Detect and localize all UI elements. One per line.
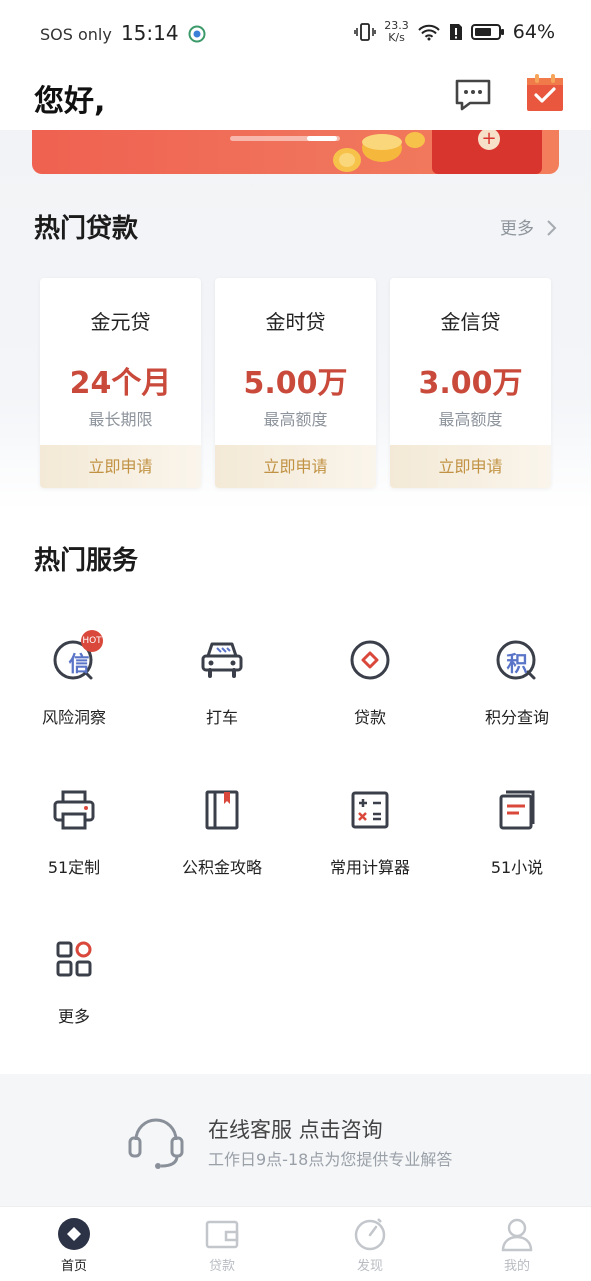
- discover-icon: [354, 1218, 386, 1251]
- red-envelope-illustration: +: [432, 128, 542, 174]
- service-label: 风险洞察: [41, 708, 106, 727]
- service-loan[interactable]: 贷款: [296, 638, 444, 748]
- coins-illustration: [333, 132, 425, 172]
- loan-amount: 24个月: [69, 366, 172, 401]
- customer-service-title: 在线客服 点击咨询: [208, 1118, 383, 1142]
- service-51-novel[interactable]: 51小说: [443, 788, 591, 898]
- calculator-icon: [351, 791, 389, 829]
- service-label: 常用计算器: [329, 858, 410, 877]
- hot-loans-more-link[interactable]: 更多: [500, 214, 557, 239]
- profile-icon: [501, 1218, 533, 1252]
- clock-text: 15:14: [120, 21, 179, 45]
- tab-loan[interactable]: 贷款: [148, 1207, 296, 1281]
- network-speed: 23.3 K/s: [384, 19, 409, 44]
- battery-icon: [470, 24, 504, 40]
- status-left: SOS only 15:14: [40, 21, 206, 45]
- wallet-icon: [205, 1220, 239, 1249]
- printer-icon: [53, 790, 95, 830]
- sim-alert-icon: [449, 24, 462, 40]
- more-label: 更多: [500, 219, 534, 239]
- more-grid-icon: [56, 941, 92, 977]
- loan-icon: [350, 640, 390, 680]
- loan-card-jinshi[interactable]: 金时贷 5.00万 最高额度 立即申请: [215, 278, 376, 488]
- service-label: 贷款: [353, 708, 386, 727]
- service-label: 公积金攻略: [181, 858, 262, 877]
- loan-card-jinyuan[interactable]: 金元贷 24个月 最长期限 立即申请: [40, 278, 201, 488]
- loan-subtitle: 最高额度: [438, 410, 503, 429]
- app-header: 您好,: [0, 64, 591, 130]
- home-icon: [58, 1218, 90, 1250]
- loan-amount: 3.00万: [418, 366, 523, 401]
- status-right: 23.3 K/s 64%: [354, 20, 555, 44]
- app-notification-icon: [188, 25, 206, 43]
- service-housing-fund-guide[interactable]: 公积金攻略: [148, 788, 296, 898]
- novel-icon: [499, 790, 535, 830]
- tab-label: 贷款: [208, 1259, 235, 1274]
- apply-button[interactable]: 立即申请: [215, 445, 376, 488]
- loan-subtitle: 最高额度: [263, 410, 328, 429]
- carrier-text: SOS only: [40, 25, 112, 44]
- loan-name: 金信贷: [440, 310, 501, 334]
- service-label: 更多: [57, 1007, 90, 1026]
- hot-badge: HOT: [81, 630, 103, 652]
- tab-label: 我的: [503, 1259, 530, 1274]
- tab-discover[interactable]: 发现: [296, 1207, 444, 1281]
- apply-button[interactable]: 立即申请: [390, 445, 551, 488]
- loan-name: 金时贷: [265, 310, 326, 334]
- risk-insight-glyph: 信: [68, 652, 90, 676]
- customer-service-hours: 工作日9点-18点为您提供专业解答: [208, 1150, 453, 1169]
- service-label: 积分查询: [484, 708, 549, 727]
- message-icon[interactable]: [454, 78, 492, 112]
- service-points-query[interactable]: 积 积分查询: [443, 638, 591, 748]
- greeting-title: 您好,: [34, 84, 106, 119]
- car-icon: [201, 642, 243, 678]
- service-more[interactable]: 更多: [0, 937, 148, 1047]
- points-glyph: 积: [506, 652, 528, 676]
- hot-loans-title: 热门贷款: [34, 214, 139, 244]
- chevron-right-icon: [547, 220, 557, 236]
- tab-profile[interactable]: 我的: [443, 1207, 591, 1281]
- service-label: 51定制: [47, 858, 101, 877]
- service-label: 51小说: [490, 858, 544, 877]
- apply-button[interactable]: 立即申请: [40, 445, 201, 488]
- service-risk-insight[interactable]: 信 HOT 风险洞察: [0, 630, 148, 748]
- loan-amount: 5.00万: [243, 366, 348, 401]
- service-taxi[interactable]: 打车: [148, 638, 296, 748]
- vibrate-icon: [354, 23, 377, 41]
- checkin-calendar-icon[interactable]: [526, 72, 564, 112]
- tab-home[interactable]: 首页: [0, 1207, 148, 1281]
- wifi-icon: [418, 24, 440, 41]
- service-calculator[interactable]: 常用计算器: [296, 788, 444, 898]
- tab-label: 发现: [356, 1259, 383, 1274]
- hot-services-title: 热门服务: [34, 546, 139, 576]
- battery-level: 64%: [512, 21, 555, 43]
- promo-banner[interactable]: +: [32, 128, 559, 174]
- bottom-tab-bar: 首页 贷款 发现 我的: [0, 1206, 591, 1281]
- loan-name: 金元贷: [90, 310, 151, 334]
- status-bar: SOS only 15:14 23.3 K/s 64%: [0, 0, 591, 64]
- service-51-custom[interactable]: 51定制: [0, 788, 148, 898]
- service-label: 打车: [205, 708, 238, 727]
- headset-icon: [128, 1118, 184, 1169]
- tab-label: 首页: [60, 1259, 87, 1274]
- loan-card-jinxin[interactable]: 金信贷 3.00万 最高额度 立即申请: [390, 278, 551, 488]
- loan-subtitle: 最长期限: [88, 410, 153, 429]
- book-icon: [205, 790, 239, 830]
- customer-service-banner[interactable]: 在线客服 点击咨询 工作日9点-18点为您提供专业解答: [0, 1074, 591, 1206]
